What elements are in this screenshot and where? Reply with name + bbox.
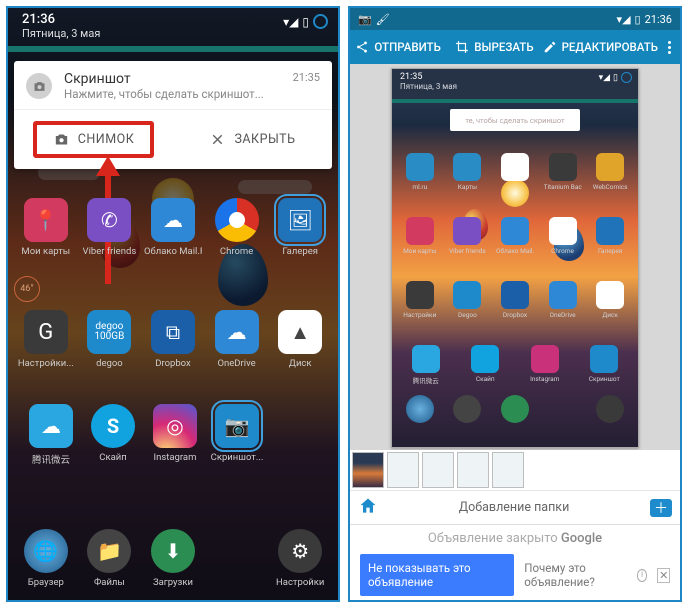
- thumbnail[interactable]: [387, 452, 419, 488]
- thumbnail[interactable]: [492, 452, 524, 488]
- dock-downloads[interactable]: ⬇Загрузки: [144, 529, 202, 588]
- status-date: Пятница, 3 мая: [22, 27, 328, 40]
- crop-button[interactable]: ВЫРЕЗАТЬ: [446, 40, 542, 54]
- battery-icon: ▯: [302, 15, 309, 29]
- snap-button[interactable]: СНИМОК: [14, 110, 173, 169]
- right-editor: 📷 🖌 ▾◢ ▯ 21:36 ОТПРАВИТЬ ВЫРЕЗАТЬ РЕДАКТ…: [348, 6, 682, 602]
- pencil-icon: [543, 40, 557, 54]
- signal-icon: ▾◢: [283, 15, 298, 29]
- profile-icon[interactable]: [313, 14, 328, 29]
- camera-icon: [53, 131, 70, 148]
- accent-bar: [8, 46, 338, 52]
- status-bar: 21:36 Пятница, 3 мая ▾◢ ▯: [8, 8, 338, 46]
- app-gallery[interactable]: 🖼Галерея: [271, 198, 329, 257]
- edit-button[interactable]: РЕДАКТИРОВАТЬ: [543, 40, 658, 54]
- left-phone: 21:36 Пятница, 3 мая ▾◢ ▯ Скриншот Нажми…: [6, 6, 340, 602]
- editor-toolbar: ОТПРАВИТЬ ВЫРЕЗАТЬ РЕДАКТИРОВАТЬ: [350, 30, 680, 64]
- app-row-3: ☁腾讯微云 SСкайп ◎Instagram 📷Скриншот...: [16, 404, 272, 466]
- app-viber[interactable]: ✆Viber friends: [80, 198, 138, 257]
- editor-status-bar: 📷 🖌 ▾◢ ▯ 21:36: [350, 8, 680, 30]
- app-weiyun[interactable]: ☁腾讯微云: [22, 404, 80, 466]
- camera-icon: 📷: [358, 13, 372, 26]
- send-button[interactable]: ОТПРАВИТЬ: [350, 40, 446, 54]
- app-screenshot[interactable]: 📷Скриншот...: [208, 404, 266, 466]
- close-icon: [209, 131, 226, 148]
- app-google-settings[interactable]: GНастройки...: [17, 310, 75, 369]
- app-row-2: GНастройки... degoo100GBdegoo ⧉Dropbox ☁…: [8, 310, 338, 369]
- dock-browser[interactable]: 🌐Браузер: [17, 529, 75, 588]
- share-icon: [355, 40, 369, 54]
- ad-panel: Объявление закрыто Google Не показывать …: [350, 524, 680, 600]
- folder-label[interactable]: Добавление папки: [378, 500, 650, 515]
- screenshot-preview[interactable]: 21:35 Пятница, 3 мая ▾◢▯ те, чтобы сдела…: [350, 64, 680, 450]
- screenshot-notification[interactable]: Скриншот Нажмите, чтобы сделать скриншот…: [14, 61, 332, 169]
- app-degoo[interactable]: degoo100GBdegoo: [80, 310, 138, 369]
- ad-why-link[interactable]: Почему это объявление? i: [520, 554, 651, 596]
- add-folder-button[interactable]: ＋: [650, 499, 672, 517]
- ad-headline: Объявление закрыто Google: [360, 531, 670, 546]
- notification-subtitle: Нажмите, чтобы сделать скриншот...: [64, 87, 264, 101]
- preview-dock: [392, 395, 638, 423]
- status-time: 21:36: [645, 13, 672, 26]
- app-my-maps[interactable]: 📍Мои карты: [17, 198, 75, 257]
- dock: 🌐Браузер 📁Файлы ⬇Загрузки ⚙Настройки: [8, 529, 338, 588]
- thumbnail[interactable]: [422, 452, 454, 488]
- notification-title: Скриншот: [64, 71, 264, 87]
- status-time: 21:36: [22, 12, 328, 27]
- app-skype[interactable]: SСкайп: [84, 404, 142, 466]
- app-dropbox[interactable]: ⧉Dropbox: [144, 310, 202, 369]
- dock-settings[interactable]: ⚙Настройки: [271, 529, 329, 588]
- app-chrome[interactable]: Chrome: [208, 198, 266, 257]
- app-mailru-cloud[interactable]: ☁Облако Mail.Ru: [144, 198, 202, 257]
- notification-time: 21:35: [293, 71, 320, 84]
- dock-files[interactable]: 📁Файлы: [80, 529, 138, 588]
- home-icon[interactable]: [358, 496, 378, 520]
- thumbnail-strip[interactable]: [350, 450, 680, 490]
- preview-content: 21:35 Пятница, 3 мая ▾◢▯ те, чтобы сдела…: [391, 68, 639, 448]
- thumbnail[interactable]: [457, 452, 489, 488]
- camera-icon: [26, 73, 52, 99]
- close-button[interactable]: ЗАКРЫТЬ: [173, 110, 332, 169]
- brush-icon: 🖌: [376, 13, 390, 26]
- app-onedrive[interactable]: ☁OneDrive: [208, 310, 266, 369]
- app-row-1: 📍Мои карты ✆Viber friends ☁Облако Mail.R…: [8, 198, 338, 257]
- signal-icon: ▾◢: [617, 13, 631, 26]
- app-instagram[interactable]: ◎Instagram: [146, 404, 204, 466]
- battery-icon: ▯: [635, 13, 641, 26]
- temperature-widget[interactable]: 46°: [14, 276, 40, 302]
- ad-close-button[interactable]: ✕: [657, 568, 670, 583]
- app-drive[interactable]: ▲Диск: [271, 310, 329, 369]
- folder-bar: Добавление папки ＋: [350, 490, 680, 524]
- info-icon: i: [637, 569, 648, 582]
- ad-hide-button[interactable]: Не показывать это объявление: [360, 554, 514, 596]
- thumbnail[interactable]: [352, 452, 384, 488]
- more-menu[interactable]: [658, 41, 680, 54]
- crop-icon: [455, 40, 469, 54]
